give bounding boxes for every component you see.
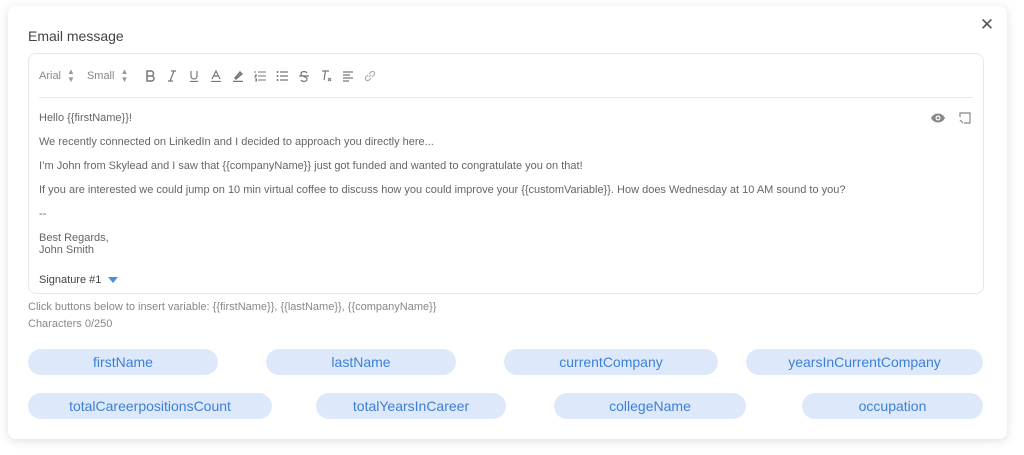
strikethrough-icon[interactable] (294, 66, 314, 86)
link-icon[interactable] (360, 66, 380, 86)
variable-hint: Click buttons below to insert variable: … (28, 301, 437, 313)
email-editor[interactable]: Arial ▲ ▼ Small ▲ ▼ Hello {{firstName}}! W… (28, 53, 984, 294)
bold-icon[interactable] (140, 66, 160, 86)
clear-format-icon[interactable] (316, 66, 336, 86)
variable-chip-totalcareerpositionscount[interactable]: totalCareerpositionsCount (28, 393, 272, 419)
variable-chip-currentcompany[interactable]: currentCompany (504, 349, 718, 375)
highlight-icon[interactable] (228, 66, 248, 86)
ordered-list-icon[interactable] (250, 66, 270, 86)
signature-select[interactable]: Signature #1 (39, 274, 119, 286)
select-arrows-icon: ▲ ▼ (67, 66, 75, 84)
font-family-select[interactable]: Arial ▲ ▼ (39, 66, 75, 84)
font-size-select[interactable]: Small ▲ ▼ (86, 66, 129, 84)
font-size-value: Small (86, 69, 115, 82)
variable-chip-firstname[interactable]: firstName (28, 349, 218, 375)
variable-chip-occupation[interactable]: occupation (802, 393, 983, 419)
message-line: If you are interested we could jump on 1… (39, 184, 846, 196)
variable-chip-lastname[interactable]: lastName (266, 349, 456, 375)
bullet-list-icon[interactable] (272, 66, 292, 86)
message-line: Best Regards, (39, 232, 109, 244)
italic-icon[interactable] (162, 66, 182, 86)
message-line: John Smith (39, 244, 95, 256)
signature-value: Signature #1 (39, 274, 102, 286)
message-line: I’m John from Skylead and I saw that {{c… (39, 160, 583, 172)
underline-icon[interactable] (184, 66, 204, 86)
variable-chip-yearsincurrentcompany[interactable]: yearsInCurrentCompany (746, 349, 983, 375)
message-line: -- (39, 208, 47, 220)
align-left-icon[interactable] (338, 66, 358, 86)
character-count: Characters 0/250 (28, 318, 113, 330)
variable-chip-totalyearsincareer[interactable]: totalYearsInCareer (316, 393, 506, 419)
message-line: Hello {{firstName}}! (39, 112, 132, 124)
caret-down-icon (108, 277, 119, 283)
expand-icon[interactable] (959, 112, 971, 124)
email-message-dialog: Email message ✕ Arial ▲ ▼ Small ▲ ▼ Hell… (8, 6, 1007, 439)
editor-toolbar: Arial ▲ ▼ Small ▲ ▼ (39, 54, 973, 98)
message-line: We recently connected on LinkedIn and I … (39, 136, 434, 148)
font-family-value: Arial (39, 69, 62, 82)
preview-eye-icon[interactable] (930, 112, 946, 124)
dialog-title: Email message (28, 28, 124, 44)
close-icon[interactable]: ✕ (979, 16, 995, 33)
text-color-icon[interactable] (206, 66, 226, 86)
select-arrows-icon: ▲ ▼ (120, 66, 129, 84)
variable-chip-collegename[interactable]: collegeName (554, 393, 746, 419)
